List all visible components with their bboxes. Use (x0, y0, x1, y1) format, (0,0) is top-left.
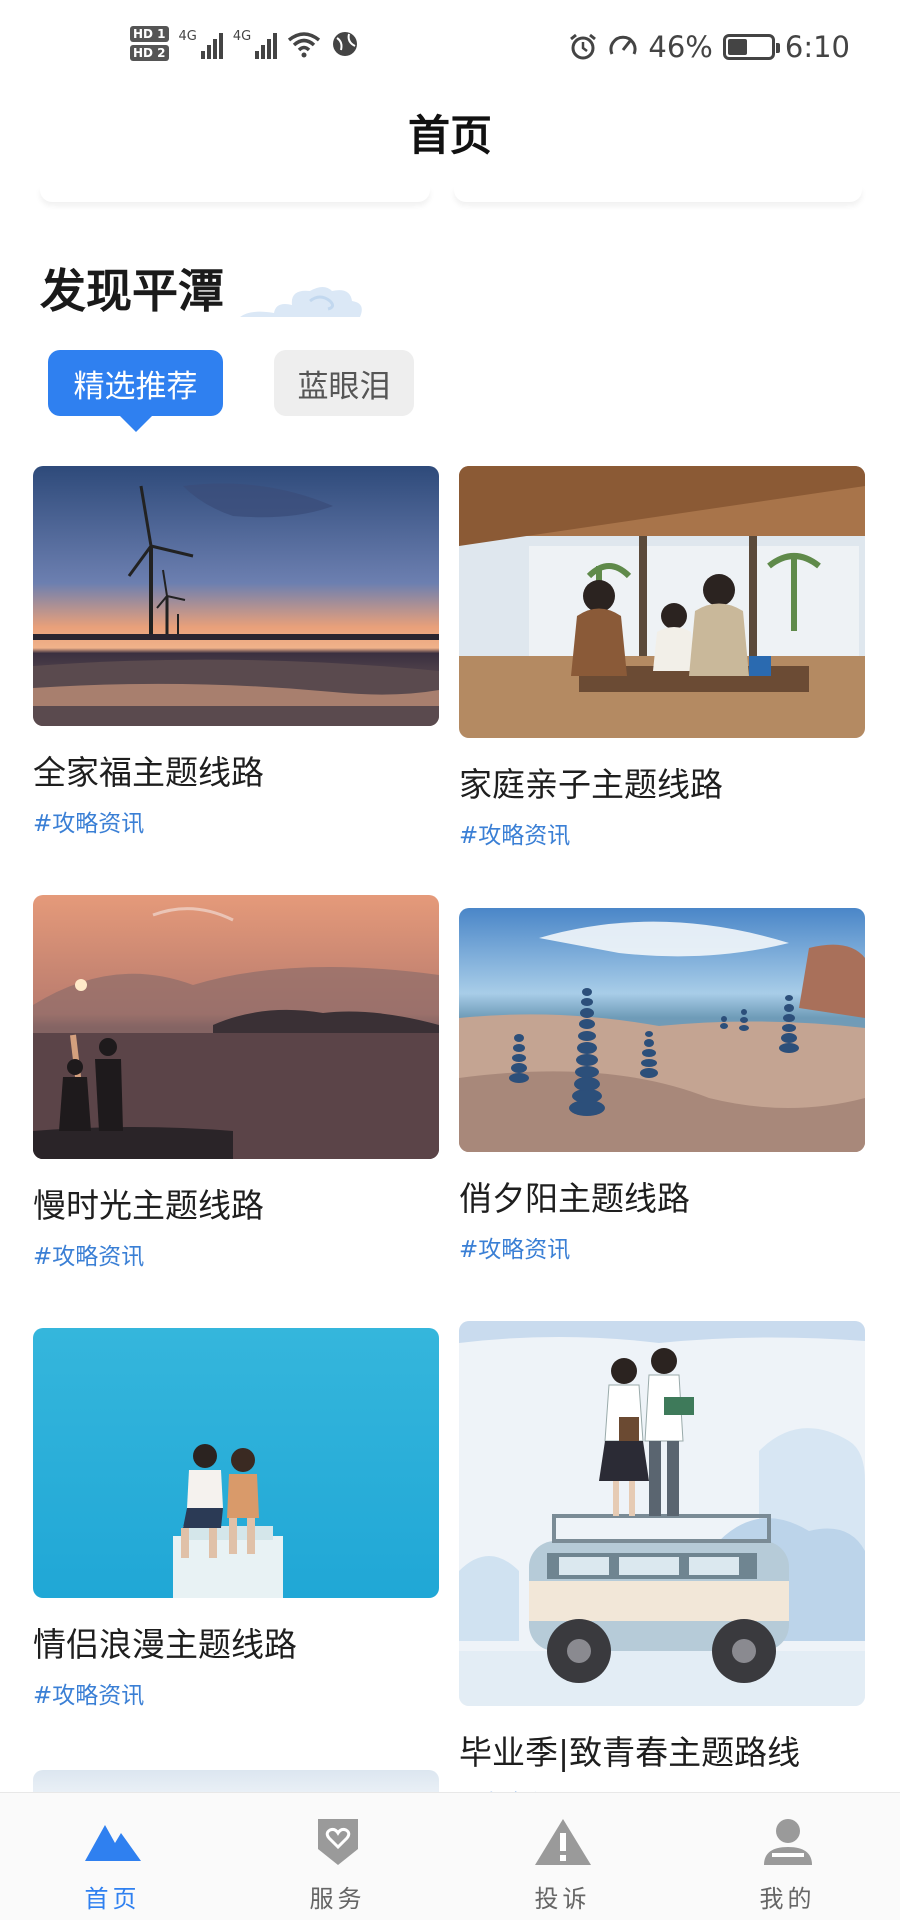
route-name: 全家福主题线路 (33, 753, 264, 792)
route-card[interactable]: 毕业季|致青春主题路线 #攻略资讯 (459, 1321, 865, 1818)
stone-cairns-shore-image (459, 908, 865, 1152)
tab-featured[interactable]: 精选推荐 (48, 350, 223, 432)
wind-turbine-sunset-image (33, 466, 439, 726)
nav-home[interactable]: 首页 (0, 1793, 225, 1920)
nav-complaint[interactable]: 投诉 (450, 1793, 675, 1920)
silhouettes-sunset-sea-image (33, 895, 439, 1159)
nav-service[interactable]: 服务 (225, 1793, 450, 1920)
home-mountain-icon (84, 1825, 141, 1861)
previous-card-edge (40, 186, 430, 202)
status-left-icons: HD 1 HD 2 4G 4G (130, 26, 359, 61)
status-time: 6:10 (784, 30, 850, 64)
route-name: 慢时光主题线路 (33, 1186, 264, 1225)
couple-blue-wall-image (33, 1328, 439, 1598)
hd1-badge: HD 1 (130, 26, 169, 42)
wifi-icon (288, 31, 321, 57)
route-tag[interactable]: #攻略资讯 (33, 1676, 439, 1710)
route-tag[interactable]: #攻略资讯 (459, 816, 865, 850)
route-name: 毕业季|致青春主题路线 (459, 1733, 801, 1772)
family-cafe-terrace-image (459, 466, 865, 738)
complaint-warning-icon (534, 1819, 591, 1865)
nav-complaint-label: 投诉 (534, 1885, 591, 1913)
nav-service-label: 服务 (309, 1885, 366, 1913)
graduates-on-van-illustration-image (459, 1321, 865, 1706)
route-name: 俏夕阳主题线路 (459, 1179, 690, 1218)
route-card[interactable]: 家庭亲子主题线路 #攻略资讯 (459, 466, 865, 850)
alarm-icon (570, 33, 597, 60)
route-name: 家庭亲子主题线路 (459, 765, 723, 804)
signal-icon: 4G (179, 29, 223, 59)
route-card[interactable]: 慢时光主题线路 #攻略资讯 (33, 895, 439, 1271)
service-heart-shield-icon (317, 1819, 358, 1865)
route-tag[interactable]: #攻略资讯 (459, 1230, 865, 1264)
status-bar: HD 1 HD 2 4G 4G 46% 6:10 (0, 0, 900, 100)
signal-icon: 4G (232, 28, 278, 59)
network-type-1: 4G (178, 28, 197, 44)
section-title: 发现平潭 (40, 264, 224, 318)
hd2-badge: HD 2 (130, 45, 169, 61)
speed-icon (609, 35, 637, 55)
hd-badges: HD 1 HD 2 (130, 26, 169, 61)
bottom-nav: 首页 服务 投诉 我的 (0, 1792, 900, 1920)
network-type-2: 4G (232, 28, 252, 44)
battery-icon (722, 34, 780, 60)
profile-person-icon (763, 1819, 812, 1865)
tab-blue-tears[interactable]: 蓝眼泪 (274, 350, 414, 416)
route-card[interactable]: 情侣浪漫主题线路 #攻略资讯 (33, 1328, 439, 1710)
status-right-icons: 46% 6:10 (568, 30, 850, 64)
route-tag[interactable]: #攻略资讯 (33, 804, 439, 838)
route-name: 情侣浪漫主题线路 (33, 1625, 297, 1664)
app-header: 首页 (0, 100, 900, 180)
nav-home-label: 首页 (84, 1885, 141, 1913)
battery-percent: 46% (648, 30, 713, 64)
page-title: 首页 (407, 111, 492, 160)
battery-fill (727, 39, 747, 55)
cloud-decoration-icon (240, 287, 362, 317)
previous-card-edge (454, 186, 862, 202)
route-card[interactable]: 俏夕阳主题线路 #攻略资讯 (459, 908, 865, 1264)
nav-profile[interactable]: 我的 (675, 1793, 900, 1920)
nav-profile-label: 我的 (759, 1885, 816, 1913)
route-tag[interactable]: #攻略资讯 (33, 1237, 439, 1271)
route-card[interactable]: 全家福主题线路 #攻略资讯 (33, 466, 439, 838)
globe-icon (333, 31, 358, 56)
section-title-block: 发现平潭 (40, 255, 362, 325)
